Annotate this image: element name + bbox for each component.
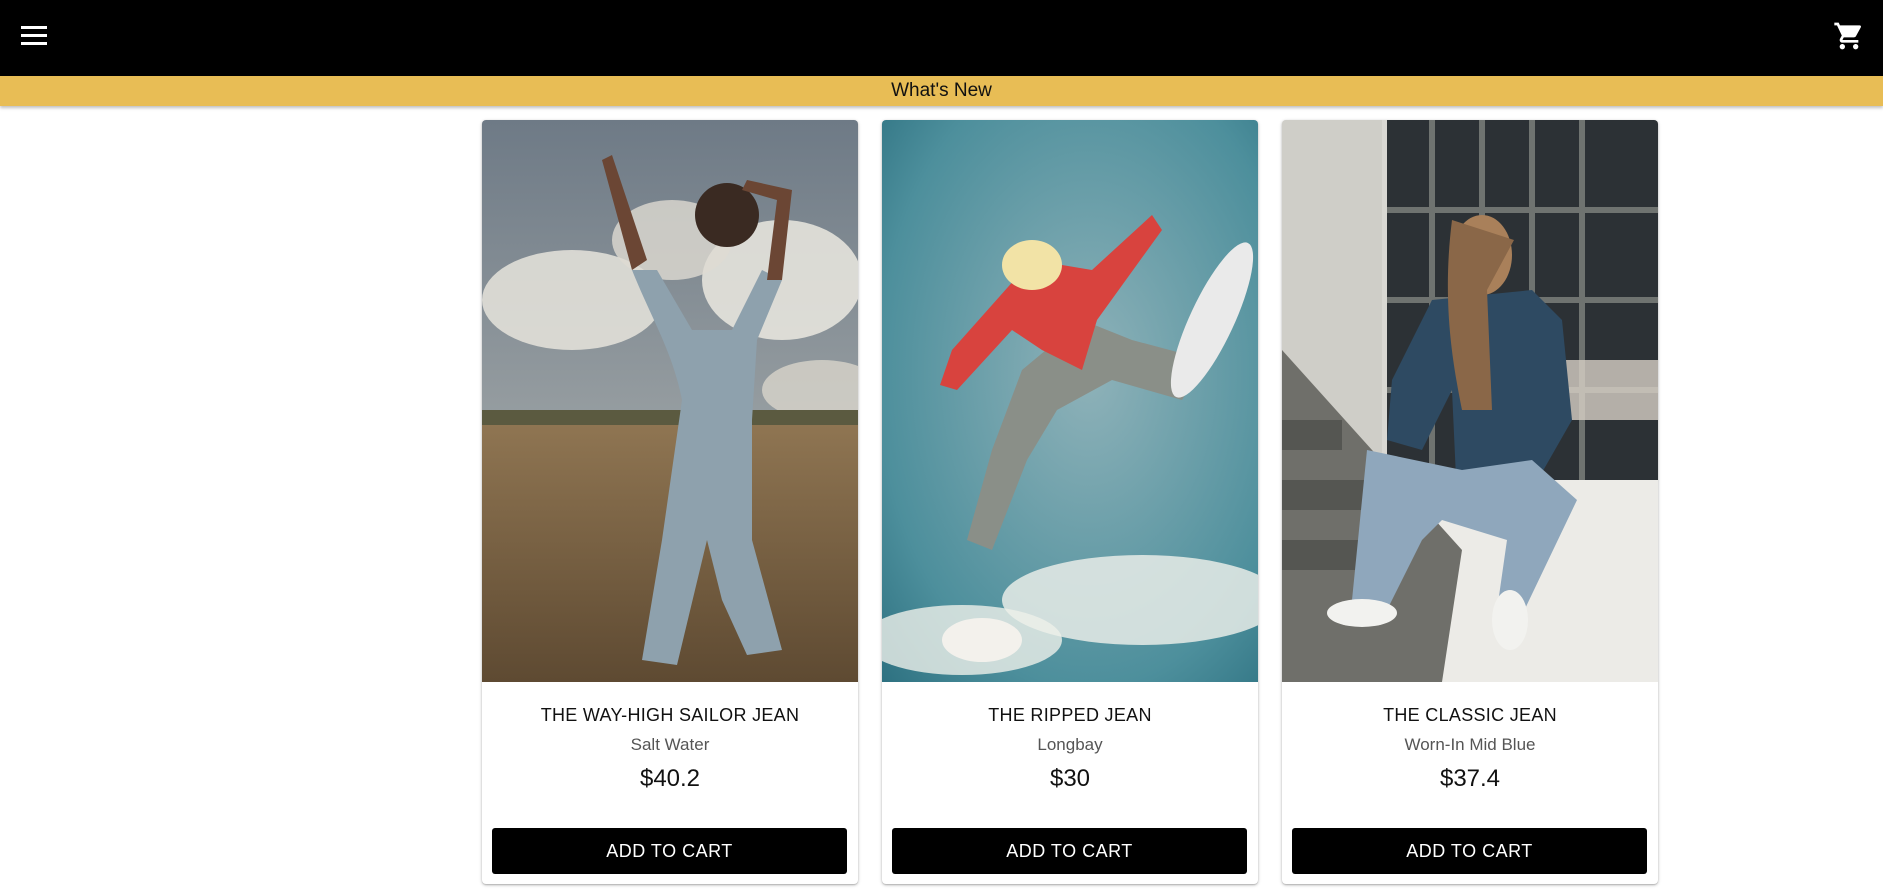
product-color: Salt Water bbox=[630, 735, 710, 754]
product-price: $30 bbox=[1049, 765, 1091, 792]
add-to-cart-button[interactable]: ADD TO CART bbox=[892, 828, 1247, 874]
product-image[interactable] bbox=[882, 120, 1258, 682]
top-app-bar bbox=[0, 0, 1883, 76]
hamburger-menu-icon[interactable] bbox=[21, 26, 47, 46]
banner-label: What's New bbox=[891, 80, 992, 101]
add-to-cart-button[interactable]: ADD TO CART bbox=[492, 828, 847, 874]
product-title[interactable]: THE CLASSIC JEAN bbox=[1282, 705, 1658, 726]
product-color: Longbay bbox=[1037, 735, 1103, 754]
product-card[interactable]: THE WAY-HIGH SAILOR JEAN Salt Water $40.… bbox=[482, 120, 858, 884]
product-card[interactable]: THE RIPPED JEAN Longbay $30 ADD TO CART bbox=[882, 120, 1258, 884]
product-title[interactable]: THE RIPPED JEAN bbox=[882, 705, 1258, 726]
whats-new-banner[interactable]: What's New bbox=[0, 76, 1883, 106]
product-price: $40.2 bbox=[639, 765, 701, 792]
product-image[interactable] bbox=[482, 120, 858, 682]
add-to-cart-button[interactable]: ADD TO CART bbox=[1292, 828, 1647, 874]
product-price: $37.4 bbox=[1439, 765, 1501, 792]
product-color: Worn-In Mid Blue bbox=[1404, 735, 1536, 754]
product-card[interactable]: THE CLASSIC JEAN Worn-In Mid Blue $37.4 … bbox=[1282, 120, 1658, 884]
product-title[interactable]: THE WAY-HIGH SAILOR JEAN bbox=[482, 705, 858, 726]
product-image[interactable] bbox=[1282, 120, 1658, 682]
shopping-cart-icon[interactable] bbox=[1833, 20, 1865, 52]
product-grid: THE WAY-HIGH SAILOR JEAN Salt Water $40.… bbox=[482, 120, 1658, 884]
